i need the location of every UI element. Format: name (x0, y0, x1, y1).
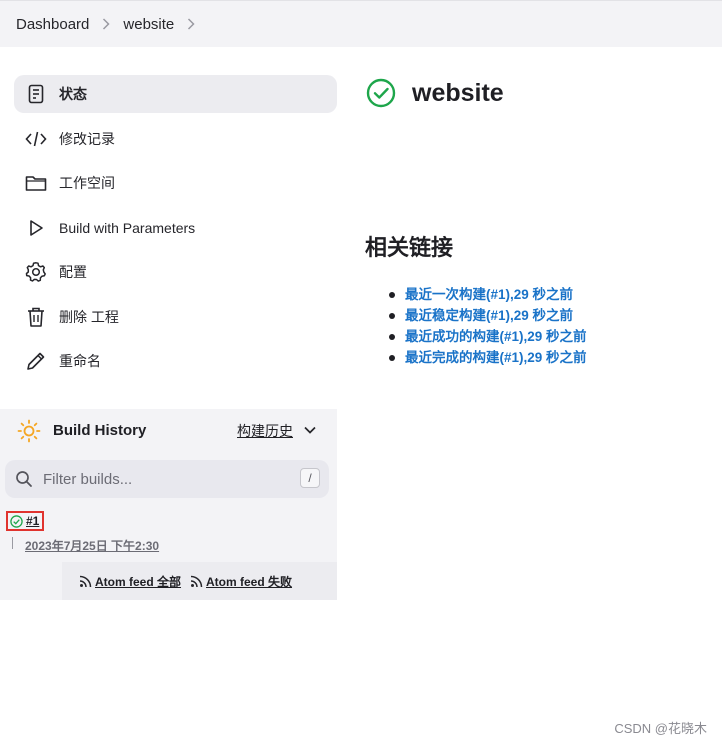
keyboard-shortcut-hint: / (300, 468, 320, 488)
sidebar-item-workspace[interactable]: 工作空间 (14, 164, 337, 202)
pencil-icon (24, 349, 48, 373)
success-check-icon (10, 514, 23, 528)
build-number-link[interactable]: #1 (26, 514, 39, 528)
gear-icon (24, 260, 48, 284)
folder-icon (24, 171, 48, 195)
sidebar-item-label: Build with Parameters (59, 219, 196, 236)
list-item: 最近稳定构建(#1),29 秒之前 (382, 307, 587, 328)
breadcrumb-dashboard[interactable]: Dashboard (16, 16, 89, 33)
breadcrumb: Dashboard website (0, 0, 722, 47)
play-icon (24, 216, 48, 240)
atom-feed-failed-label: Atom feed 失败 (206, 574, 293, 589)
atom-feed-bar: Atom feed 全部 Atom feed 失败 (62, 562, 337, 600)
build-history-panel: / #1 2023年7月25日 下午2:30 Atom feed 全部 Atom… (0, 452, 337, 600)
list-item: 最近成功的构建(#1),29 秒之前 (382, 328, 587, 349)
filter-builds-box: / (5, 460, 329, 498)
last-build-link[interactable]: 最近一次构建(#1),29 秒之前 (405, 287, 573, 302)
last-successful-build-link[interactable]: 最近成功的构建(#1),29 秒之前 (405, 329, 587, 344)
sidebar-item-configure[interactable]: 配置 (14, 253, 337, 291)
rss-icon (79, 575, 92, 588)
search-icon (15, 470, 33, 488)
build-history-header: Build History 构建历史 (0, 409, 337, 452)
sidebar-item-label: 修改记录 (59, 130, 115, 147)
chevron-right-icon[interactable] (187, 18, 195, 30)
code-icon (24, 127, 48, 151)
sidebar-item-status[interactable]: 状态 (14, 75, 337, 113)
page-title-row: website (366, 78, 504, 108)
success-check-icon (366, 78, 396, 108)
sidebar-item-label: 工作空间 (59, 175, 115, 191)
document-icon (24, 82, 48, 106)
related-links-list: 最近一次构建(#1),29 秒之前 最近稳定构建(#1),29 秒之前 最近成功… (382, 286, 587, 370)
sidebar-item-build-with-parameters[interactable]: Build with Parameters (14, 209, 337, 247)
page-title: website (412, 78, 504, 107)
last-stable-build-link[interactable]: 最近稳定构建(#1),29 秒之前 (405, 308, 573, 323)
sidebar-item-rename[interactable]: 重命名 (14, 342, 337, 380)
sidebar-item-changes[interactable]: 修改记录 (14, 120, 337, 158)
related-links-heading: 相关链接 (365, 235, 454, 260)
chevron-down-icon[interactable] (303, 423, 317, 437)
sidebar-item-label: 配置 (59, 264, 87, 280)
atom-feed-all-link[interactable]: Atom feed 全部 (79, 573, 181, 590)
build-number-highlight: #1 (6, 511, 44, 531)
list-item: 最近一次构建(#1),29 秒之前 (382, 286, 587, 307)
sun-icon (17, 419, 41, 443)
sidebar-item-label: 删除 工程 (59, 308, 119, 325)
filter-builds-input[interactable] (41, 469, 285, 489)
side-menu: 状态 修改记录 工作空间 Build with Parameters 配置 删除… (14, 75, 337, 387)
atom-feed-all-label: Atom feed 全部 (95, 574, 182, 589)
trash-icon (24, 305, 48, 329)
build-history-title: Build History (53, 422, 147, 439)
build-time-link[interactable]: 2023年7月25日 下午2:30 (25, 537, 159, 554)
last-completed-build-link[interactable]: 最近完成的构建(#1),29 秒之前 (405, 350, 587, 365)
sidebar-item-delete-project[interactable]: 删除 工程 (14, 298, 337, 336)
build-trend-link[interactable]: 构建历史 (237, 421, 293, 441)
rss-icon (190, 575, 203, 588)
breadcrumb-project[interactable]: website (123, 16, 174, 33)
atom-feed-failed-link[interactable]: Atom feed 失败 (190, 573, 292, 590)
build-divider (12, 537, 13, 549)
watermark: CSDN @花晓木 (614, 721, 707, 736)
sidebar-item-label: 重命名 (59, 353, 101, 369)
sidebar-item-label: 状态 (59, 86, 87, 102)
chevron-right-icon (102, 18, 110, 30)
build-row: #1 2023年7月25日 下午2:30 (0, 506, 337, 562)
list-item: 最近完成的构建(#1),29 秒之前 (382, 349, 587, 370)
